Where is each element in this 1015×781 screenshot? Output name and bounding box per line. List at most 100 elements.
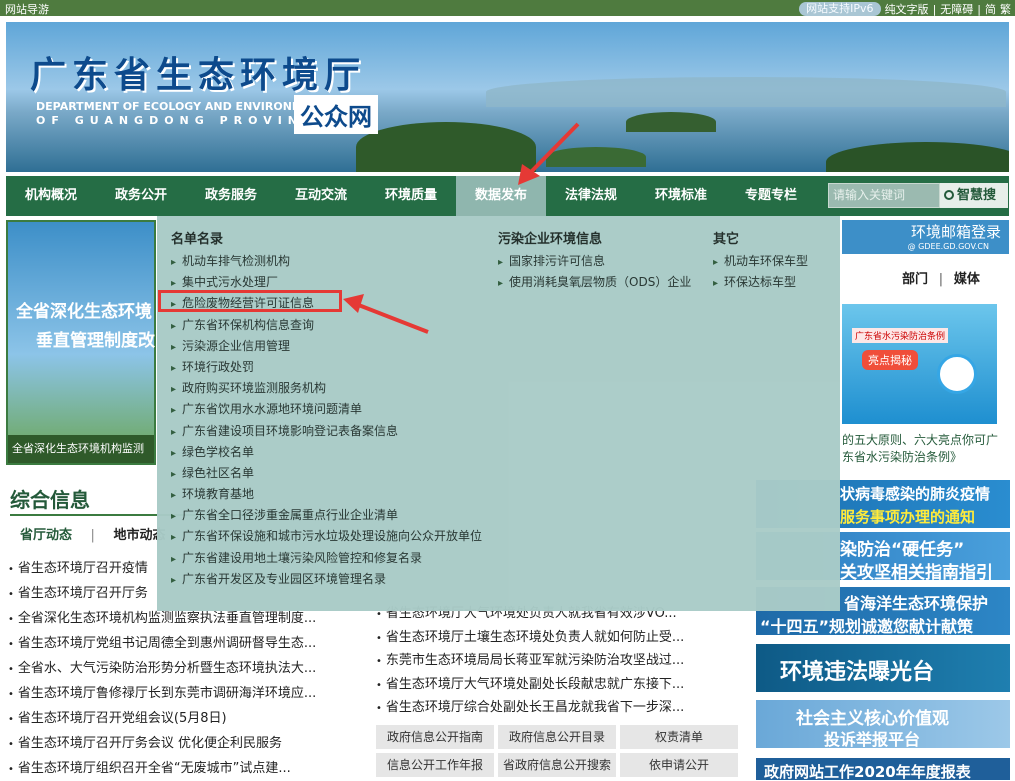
banner-epidemic-line1: 状病毒感染的肺炎疫情	[840, 485, 991, 503]
accessibility-link[interactable]: 无障碍	[940, 1, 973, 17]
banner-violation-exposure[interactable]: 环境违法曝光台	[756, 644, 1010, 692]
water-regulation-poster[interactable]: 广东省水污染防治条例 亮点揭秘	[842, 304, 997, 424]
nav-item-org[interactable]: 机构概况	[6, 176, 96, 216]
banner-core-values[interactable]: 社会主义核心价值观 投诉举报平台	[756, 700, 1010, 748]
topbar-sep: |	[932, 2, 937, 16]
menu-item-ods-enterprises[interactable]: 使用消耗臭氧层物质（ODS）企业	[498, 272, 691, 293]
nav-item-laws[interactable]: 法律法规	[546, 176, 636, 216]
menu-item-env-agencies[interactable]: 广东省环保机构信息查询	[171, 315, 482, 336]
search-input[interactable]: 请输入关键词	[828, 183, 940, 208]
tab-media[interactable]: 媒体	[954, 272, 980, 287]
poster-caption[interactable]: 的五大原则、六大亮点你可广东省水污染防治条例》	[842, 432, 1009, 466]
btn-provincial-search[interactable]: 省政府信息公开搜索	[498, 753, 616, 777]
site-guide-link[interactable]: 网站导游	[5, 1, 49, 17]
menu-item-parks-env-list[interactable]: 广东省开发区及专业园区环境管理名录	[171, 569, 482, 590]
right-panel: 环境邮箱登录 @ GDEE.GD.GOV.CN 部门 | 媒体 广东省水污染防治…	[842, 220, 1009, 470]
menu-item-education-bases[interactable]: 环境教育基地	[171, 484, 482, 505]
nav-item-gov-service[interactable]: 政务服务	[186, 176, 276, 216]
news-item[interactable]: 省生态环境厅召开厅务会议 优化便企利民服务	[8, 731, 363, 756]
news-item[interactable]: 东莞市生态环境局局长蒋亚军就污染防治攻坚战过...	[376, 649, 736, 673]
data-release-dropdown: 名单名录 机动车排气检测机构 集中式污水处理厂 危险废物经营许可证信息 广东省环…	[157, 216, 840, 611]
news-item[interactable]: 省生态环境厅鲁修禄厅长到东莞市调研海洋环境应...	[8, 681, 363, 706]
main-nav: 机构概况 政务公开 政务服务 互动交流 环境质量 数据发布 法律法规 环境标准 …	[6, 176, 1009, 216]
menu-item-vehicle-exhaust[interactable]: 机动车排气检测机构	[171, 251, 482, 272]
nav-item-standards[interactable]: 环境标准	[636, 176, 726, 216]
site-title: 广东省生态环境厅	[30, 54, 367, 96]
btn-disclosure-guide[interactable]: 政府信息公开指南	[376, 725, 494, 749]
mailbox-login-banner[interactable]: 环境邮箱登录 @ GDEE.GD.GOV.CN	[842, 220, 1009, 254]
news-item[interactable]: 省生态环境厅组织召开全省“无废城市”试点建...	[8, 756, 363, 781]
menu-item-heavy-metal-enterprises[interactable]: 广东省全口径涉重金属重点行业企业清单	[171, 505, 482, 526]
feature-title-bar[interactable]: 全省深化生态环境机构监测	[8, 435, 154, 463]
header-banner: 广东省生态环境厅 DEPARTMENT OF ECOLOGY AND ENVIR…	[6, 22, 1009, 172]
banner-core-values-line2: 投诉举报平台	[824, 730, 921, 748]
topbar-sep: |	[977, 2, 981, 16]
nav-item-env-quality[interactable]: 环境质量	[366, 176, 456, 216]
btn-power-list[interactable]: 权责清单	[620, 725, 738, 749]
feature-caption-1: 全省深化生态环境	[16, 302, 152, 322]
banner-island	[546, 147, 646, 167]
news-item[interactable]: 省生态环境厅土壤生态环境处负责人就如何防止受...	[376, 626, 736, 650]
tab-department[interactable]: 部门	[902, 272, 928, 287]
btn-request-disclosure[interactable]: 依申请公开	[620, 753, 738, 777]
search-button-label: 智慧搜	[957, 188, 997, 203]
banner-annual-report[interactable]: 政府网站工作2020年年度报表	[756, 758, 1010, 780]
site-title-en-2: OF GUANGDONG PROVINCE	[36, 114, 331, 127]
news-item[interactable]: 省生态环境厅党组书记周德全到惠州调研督导生态...	[8, 631, 363, 656]
menu-item-monitoring-services[interactable]: 政府购买环境监测服务机构	[171, 378, 482, 399]
banner-mountains	[486, 77, 1006, 107]
simplified-link[interactable]: 简	[985, 1, 996, 17]
news-item[interactable]: 省生态环境厅召开党组会议(5月8日)	[8, 706, 363, 731]
topbar-right: 网站支持IPv6 纯文字版 | 无障碍 | 简 繁	[799, 1, 1011, 17]
menu-item-compliant-vehicles[interactable]: 环保达标车型	[713, 272, 808, 293]
menu-item-green-schools[interactable]: 绿色学校名单	[171, 442, 482, 463]
banner-annual-report-text: 政府网站工作2020年年度报表	[764, 763, 971, 780]
news-item[interactable]: 全省水、大气污染防治形势分析暨生态环境执法大...	[8, 656, 363, 681]
tab-sep: |	[938, 272, 944, 287]
ipv6-badge: 网站支持IPv6	[799, 2, 881, 16]
menu-item-green-communities[interactable]: 绿色社区名单	[171, 463, 482, 484]
nav-item-interaction[interactable]: 互动交流	[276, 176, 366, 216]
col-heading: 其它	[713, 232, 740, 247]
tab-province-news[interactable]: 省厅动态	[20, 528, 72, 543]
banner-island	[626, 112, 716, 132]
menu-item-open-facilities[interactable]: 广东省环保设施和城市污水垃圾处理设施向公众开放单位	[171, 526, 482, 547]
menu-item-water-source-issues[interactable]: 广东省饮用水水源地环境问题清单	[171, 399, 482, 420]
search-button[interactable]: 智慧搜	[940, 183, 1008, 208]
dropdown-col-lists: 名单名录 机动车排气检测机构 集中式污水处理厂 危险废物经营许可证信息 广东省环…	[171, 228, 482, 590]
menu-item-discharge-permit[interactable]: 国家排污许可信息	[498, 251, 691, 272]
btn-disclosure-catalog[interactable]: 政府信息公开目录	[498, 725, 616, 749]
mailbox-domain: @ GDEE.GD.GOV.CN	[907, 242, 989, 251]
site-title-en-1: DEPARTMENT OF ECOLOGY AND ENVIRONMENT	[36, 100, 328, 113]
menu-item-soil-risk-list[interactable]: 广东省建设用地土壤污染风险管控和修复名录	[171, 548, 482, 569]
text-version-link[interactable]: 纯文字版	[885, 1, 929, 17]
menu-item-penalties[interactable]: 环境行政处罚	[171, 357, 482, 378]
poster-button: 亮点揭秘	[862, 350, 918, 370]
banner-violation-text: 环境违法曝光台	[780, 660, 935, 685]
btn-annual-report[interactable]: 信息公开工作年报	[376, 753, 494, 777]
banner-pollution-line1: 染防治“硬任务”	[840, 540, 965, 560]
right-tabs: 部门 | 媒体	[902, 268, 980, 287]
banner-island	[356, 122, 536, 172]
news-item[interactable]: 省生态环境厅综合处副处长王昌龙就我省下一步深...	[376, 696, 736, 720]
feature-image[interactable]: 全省深化生态环境 垂直管理制度改 全省深化生态环境机构监测	[6, 220, 156, 465]
highlight-box	[158, 290, 342, 312]
nav-item-data-release[interactable]: 数据发布	[456, 176, 546, 216]
mailbox-label: 环境邮箱登录	[910, 223, 1001, 241]
section-tabs: 省厅动态 | 地市动态	[20, 524, 165, 543]
menu-item-eco-vehicle-models[interactable]: 机动车环保车型	[713, 251, 808, 272]
dropdown-col-enterprise: 污染企业环境信息 国家排污许可信息 使用消耗臭氧层物质（ODS）企业	[498, 228, 691, 293]
nav-item-topics[interactable]: 专题专栏	[726, 176, 816, 216]
news-item[interactable]: 省生态环境厅大气环境处副处长段献忠就广东接下...	[376, 673, 736, 697]
nav-item-gov-open[interactable]: 政务公开	[96, 176, 186, 216]
menu-item-eia-registration[interactable]: 广东省建设项目环境影响登记表备案信息	[171, 421, 482, 442]
search-icon	[944, 190, 954, 200]
banner-island	[826, 142, 1009, 172]
top-utility-bar: 网站导游 网站支持IPv6 纯文字版 | 无障碍 | 简 繁	[0, 0, 1015, 16]
menu-item-credit-mgmt[interactable]: 污染源企业信用管理	[171, 336, 482, 357]
traditional-link[interactable]: 繁	[1000, 1, 1011, 17]
gov-info-buttons: 政府信息公开指南 政府信息公开目录 权责清单 信息公开工作年报 省政府信息公开搜…	[376, 725, 738, 777]
dropdown-col-other: 其它 机动车环保车型 环保达标车型	[713, 228, 808, 293]
tab-sep: |	[90, 528, 95, 543]
col-heading: 名单名录	[171, 232, 224, 247]
